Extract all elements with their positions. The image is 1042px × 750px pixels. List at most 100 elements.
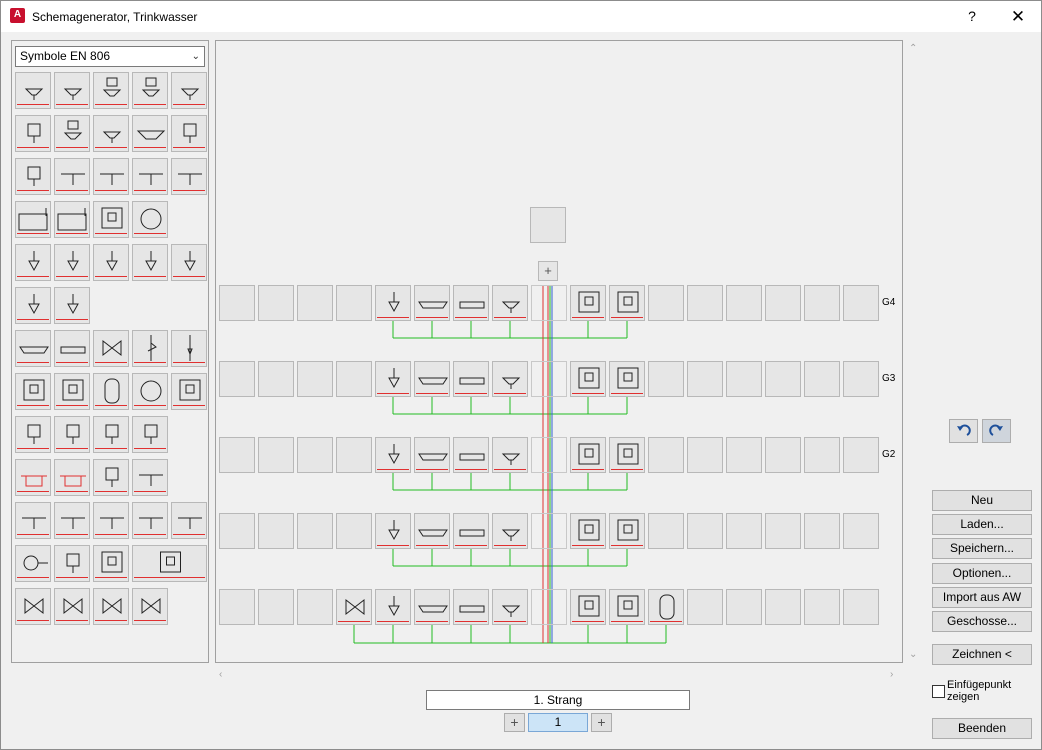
fixture-slot[interactable]: [531, 285, 567, 321]
fixture-slot[interactable]: [570, 437, 606, 473]
fixture-slot[interactable]: [804, 513, 840, 549]
fixture-slot[interactable]: [804, 589, 840, 625]
symbol-tile[interactable]: [132, 158, 168, 195]
fixture-slot[interactable]: [609, 437, 645, 473]
symbol-tile[interactable]: [132, 373, 168, 410]
symbol-tile[interactable]: [15, 416, 51, 453]
fixture-slot[interactable]: [453, 361, 489, 397]
symbol-tile[interactable]: [15, 373, 51, 410]
symbol-tile[interactable]: [54, 158, 90, 195]
add-floor-button[interactable]: +: [538, 261, 558, 281]
scroll-right-icon[interactable]: ›: [890, 669, 893, 680]
symbol-tile[interactable]: [15, 244, 51, 281]
fixture-slot[interactable]: [843, 513, 879, 549]
symbol-tile[interactable]: [132, 416, 168, 453]
undo-button[interactable]: [949, 419, 978, 443]
fixture-slot[interactable]: [687, 437, 723, 473]
riser-top-slot[interactable]: [530, 207, 566, 243]
fixture-slot[interactable]: [219, 361, 255, 397]
symbol-tile[interactable]: [15, 287, 51, 324]
new-button[interactable]: Neu: [932, 490, 1032, 511]
fixture-slot[interactable]: [297, 513, 333, 549]
save-button[interactable]: Speichern...: [932, 538, 1032, 559]
symbol-tile[interactable]: [93, 72, 129, 109]
fixture-slot[interactable]: [570, 285, 606, 321]
fixture-slot[interactable]: [414, 361, 450, 397]
symbol-tile[interactable]: [54, 244, 90, 281]
fixture-slot[interactable]: [492, 361, 528, 397]
scroll-left-icon[interactable]: ‹: [219, 669, 222, 680]
fixture-slot[interactable]: [726, 285, 762, 321]
fixture-slot[interactable]: [297, 285, 333, 321]
fixture-slot[interactable]: [492, 513, 528, 549]
symbol-tile[interactable]: [93, 115, 129, 152]
fixture-slot[interactable]: [453, 513, 489, 549]
fixture-slot[interactable]: [843, 589, 879, 625]
symbol-tile[interactable]: [93, 244, 129, 281]
fixture-slot[interactable]: [375, 513, 411, 549]
symbol-tile[interactable]: [171, 373, 207, 410]
fixture-slot[interactable]: [765, 513, 801, 549]
symbol-tile[interactable]: [93, 158, 129, 195]
symbol-tile[interactable]: [171, 115, 207, 152]
symbol-tile[interactable]: [54, 287, 90, 324]
fixture-slot[interactable]: [843, 361, 879, 397]
fixture-slot[interactable]: [336, 513, 372, 549]
symbol-tile[interactable]: [54, 588, 90, 625]
fixture-slot[interactable]: [726, 361, 762, 397]
fixture-slot[interactable]: [297, 361, 333, 397]
symbol-tile[interactable]: [132, 330, 168, 367]
symbol-tile[interactable]: [132, 72, 168, 109]
symbol-tile[interactable]: [171, 158, 207, 195]
symbol-tile[interactable]: [54, 72, 90, 109]
fixture-slot[interactable]: [258, 513, 294, 549]
fixture-slot[interactable]: [258, 361, 294, 397]
fixture-slot[interactable]: [531, 589, 567, 625]
symbol-tile[interactable]: [93, 373, 129, 410]
fixture-slot[interactable]: [804, 285, 840, 321]
scroll-up-icon[interactable]: ⌃: [909, 43, 917, 54]
symbol-tile[interactable]: [93, 459, 129, 496]
load-button[interactable]: Laden...: [932, 514, 1032, 535]
fixture-slot[interactable]: [258, 589, 294, 625]
fixture-slot[interactable]: [297, 589, 333, 625]
fixture-slot[interactable]: [375, 361, 411, 397]
fixture-slot[interactable]: [375, 589, 411, 625]
fixture-slot[interactable]: [726, 589, 762, 625]
fixture-slot[interactable]: [570, 361, 606, 397]
fixture-slot[interactable]: [843, 285, 879, 321]
fixture-slot[interactable]: [336, 589, 372, 625]
fixture-slot[interactable]: [219, 513, 255, 549]
exit-button[interactable]: Beenden: [932, 718, 1032, 739]
fixture-slot[interactable]: [414, 589, 450, 625]
symbol-tile[interactable]: [171, 330, 207, 367]
symbol-tile[interactable]: [132, 545, 207, 582]
fixture-slot[interactable]: [453, 437, 489, 473]
fixture-slot[interactable]: [375, 437, 411, 473]
strang-page-field[interactable]: 1: [528, 713, 588, 732]
symbol-tile[interactable]: [132, 115, 168, 152]
symbol-tile[interactable]: [15, 72, 51, 109]
fixture-slot[interactable]: [765, 285, 801, 321]
symbol-tile[interactable]: [132, 459, 168, 496]
symbol-tile[interactable]: [15, 588, 51, 625]
fixture-slot[interactable]: [609, 513, 645, 549]
fixture-slot[interactable]: [219, 589, 255, 625]
fixture-slot[interactable]: [531, 437, 567, 473]
symbol-tile[interactable]: [54, 373, 90, 410]
fixture-slot[interactable]: [687, 589, 723, 625]
symbol-tile[interactable]: [15, 330, 51, 367]
symbol-tile[interactable]: [15, 115, 51, 152]
symbol-tile[interactable]: [54, 330, 90, 367]
fixture-slot[interactable]: [414, 513, 450, 549]
options-button[interactable]: Optionen...: [932, 563, 1032, 584]
symbol-tile[interactable]: [93, 416, 129, 453]
fixture-slot[interactable]: [765, 437, 801, 473]
fixture-slot[interactable]: [843, 437, 879, 473]
symbol-tile[interactable]: [54, 115, 90, 152]
redo-button[interactable]: [982, 419, 1011, 443]
fixture-slot[interactable]: [726, 513, 762, 549]
import-button[interactable]: Import aus AW: [932, 587, 1032, 608]
fixture-slot[interactable]: [492, 285, 528, 321]
symbol-tile[interactable]: [15, 459, 51, 496]
